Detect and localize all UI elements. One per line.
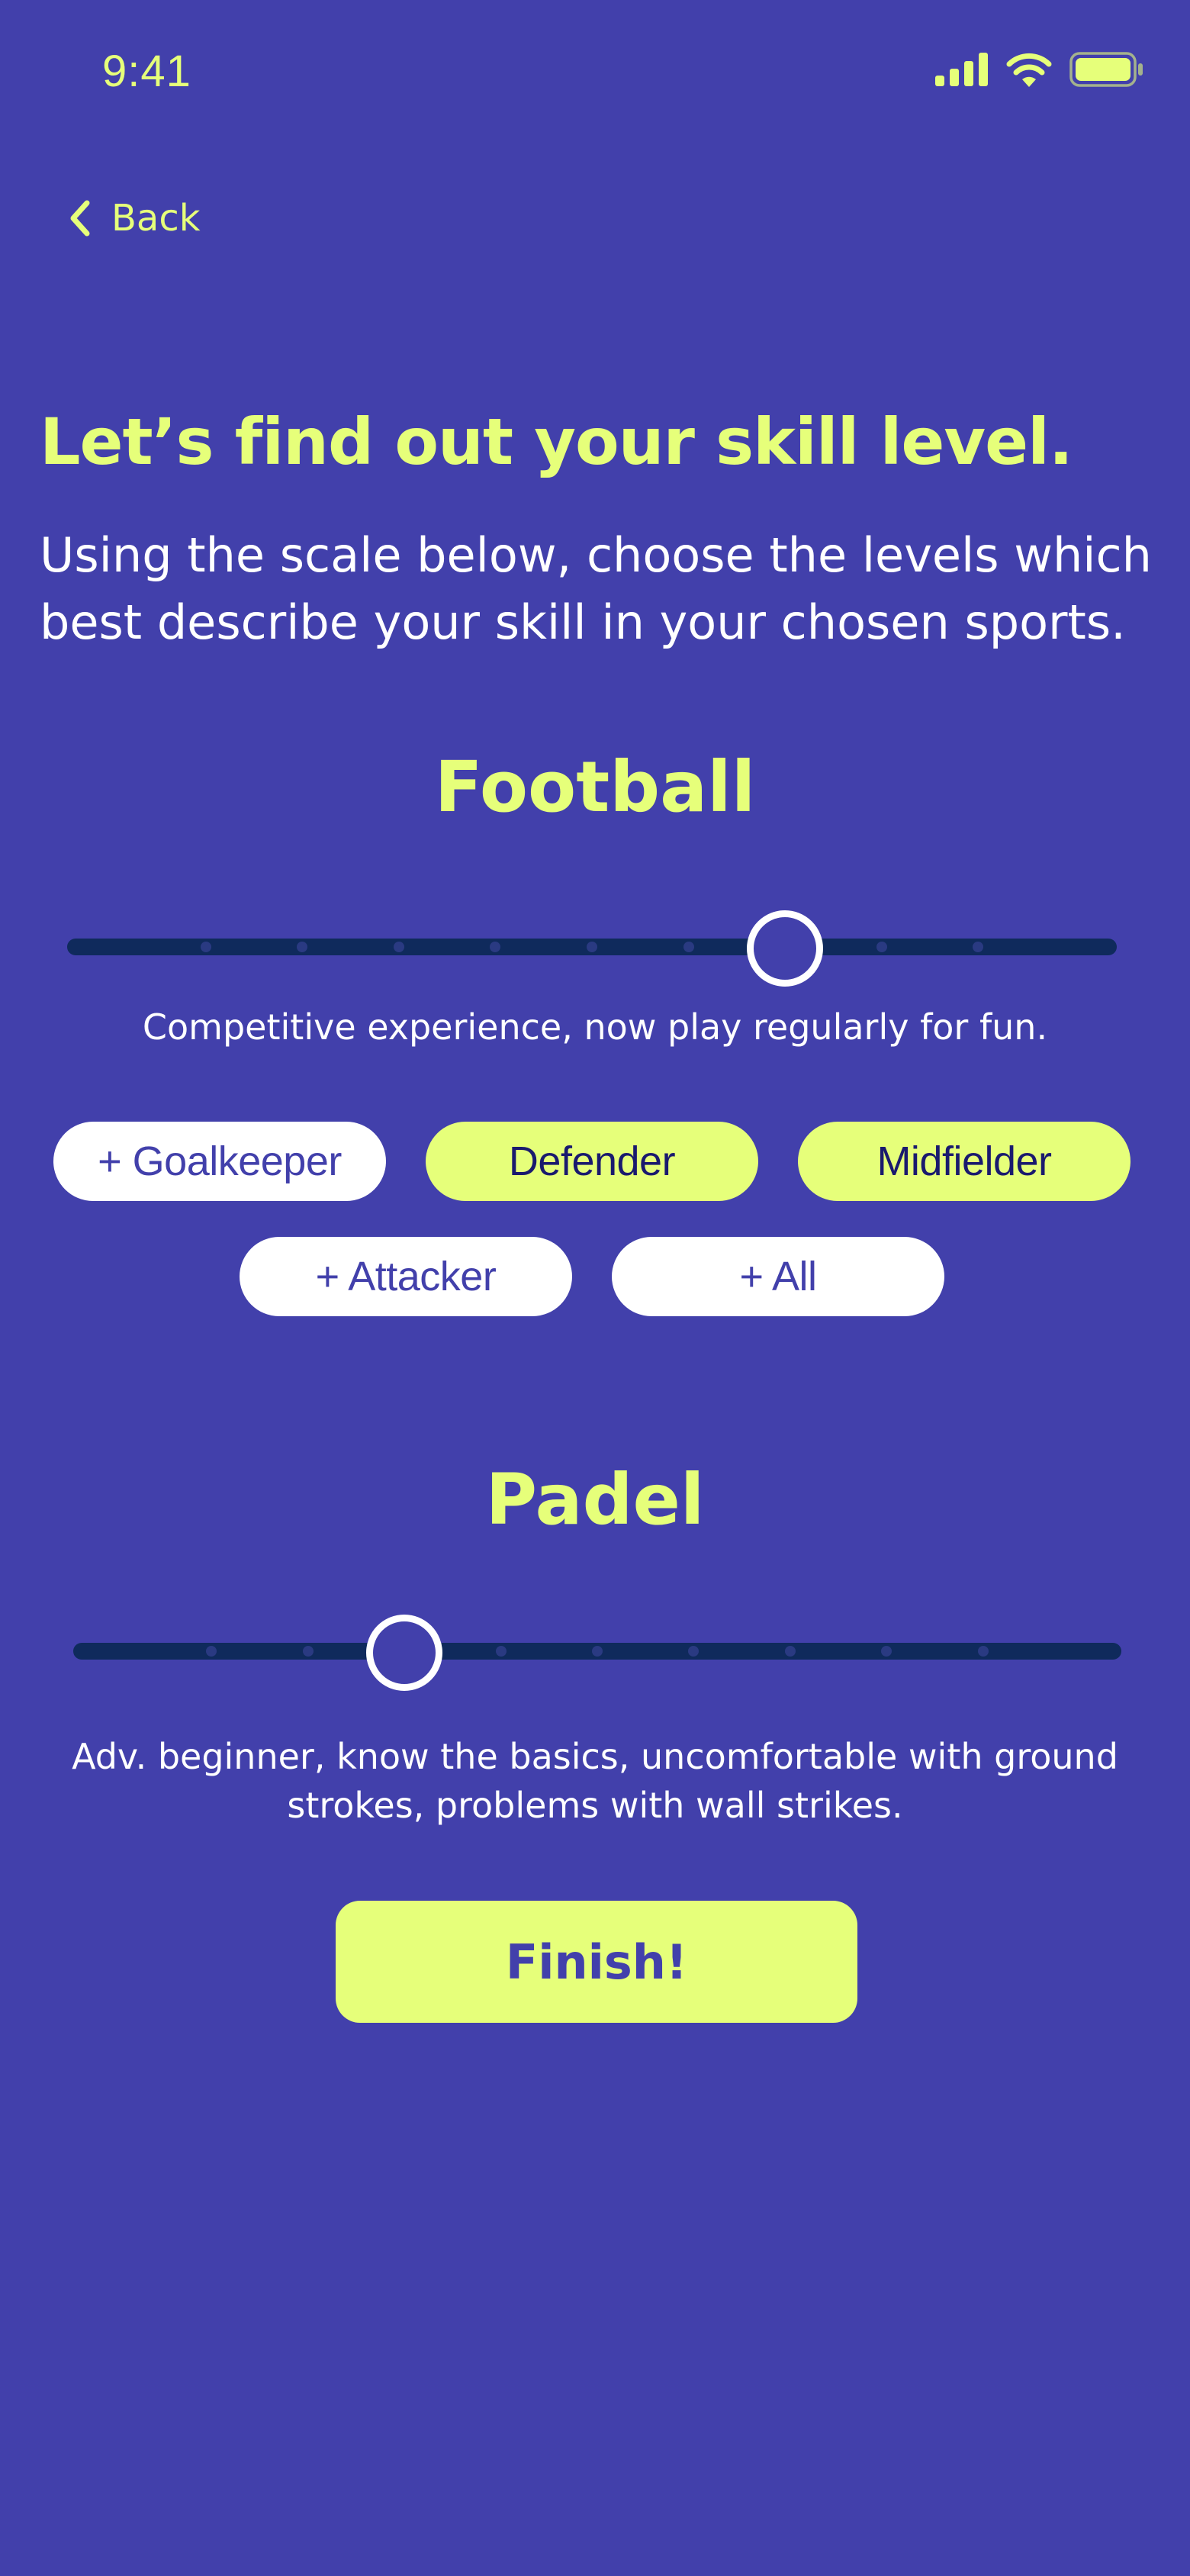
battery-icon: [1069, 52, 1143, 87]
chevron-left-icon: [70, 200, 90, 237]
chip-label: Midfielder: [876, 1138, 1052, 1184]
skill-description-padel: Adv. beginner, know the basics, uncomfor…: [72, 1736, 1118, 1826]
position-chip-all[interactable]: + All: [612, 1237, 944, 1316]
slider-step-dot: [683, 942, 694, 952]
page-subtitle: Using the scale below, choose the levels…: [40, 527, 1152, 650]
sport-title-football: Football: [434, 746, 756, 828]
position-chip-attacker[interactable]: + Attacker: [240, 1237, 572, 1316]
skill-slider-football[interactable]: [67, 908, 1117, 987]
slider-step-dot: [393, 942, 404, 952]
chip-label: Defender: [508, 1138, 676, 1184]
slider-step-dot: [200, 942, 211, 952]
position-chip-defender[interactable]: Defender: [426, 1122, 758, 1201]
slider-step-dot: [587, 942, 597, 952]
sport-title-padel: Padel: [485, 1459, 705, 1541]
skill-slider-padel[interactable]: [73, 1612, 1121, 1691]
chip-label: + Goalkeeper: [98, 1138, 342, 1184]
page-title: Let’s find out your skill level.: [40, 404, 1073, 479]
slider-step-dot: [302, 1646, 314, 1657]
finish-button[interactable]: Finish!: [336, 1901, 857, 2023]
slider-thumb[interactable]: [366, 1615, 443, 1691]
status-icons: [935, 52, 1144, 87]
slider-step-dot: [876, 942, 887, 952]
slider-step-dot: [495, 1646, 507, 1657]
chip-label: + Attacker: [315, 1254, 497, 1299]
signal-icon: [935, 53, 988, 86]
slider-step-dot: [784, 1646, 796, 1657]
slider-step-dot: [977, 1646, 989, 1657]
skill-description-football: Competitive experience, now play regular…: [142, 1006, 1048, 1048]
chip-label: + All: [739, 1254, 817, 1299]
position-chip-midfielder[interactable]: Midfielder: [798, 1122, 1130, 1201]
back-button[interactable]: Back: [69, 197, 201, 240]
wifi-icon: [1006, 53, 1052, 87]
position-chip-goalkeeper[interactable]: + Goalkeeper: [53, 1122, 386, 1201]
status-time: 9:41: [102, 47, 191, 96]
slider-step-dot: [592, 1646, 603, 1657]
back-label: Back: [111, 197, 201, 240]
slider-thumb[interactable]: [747, 910, 824, 987]
